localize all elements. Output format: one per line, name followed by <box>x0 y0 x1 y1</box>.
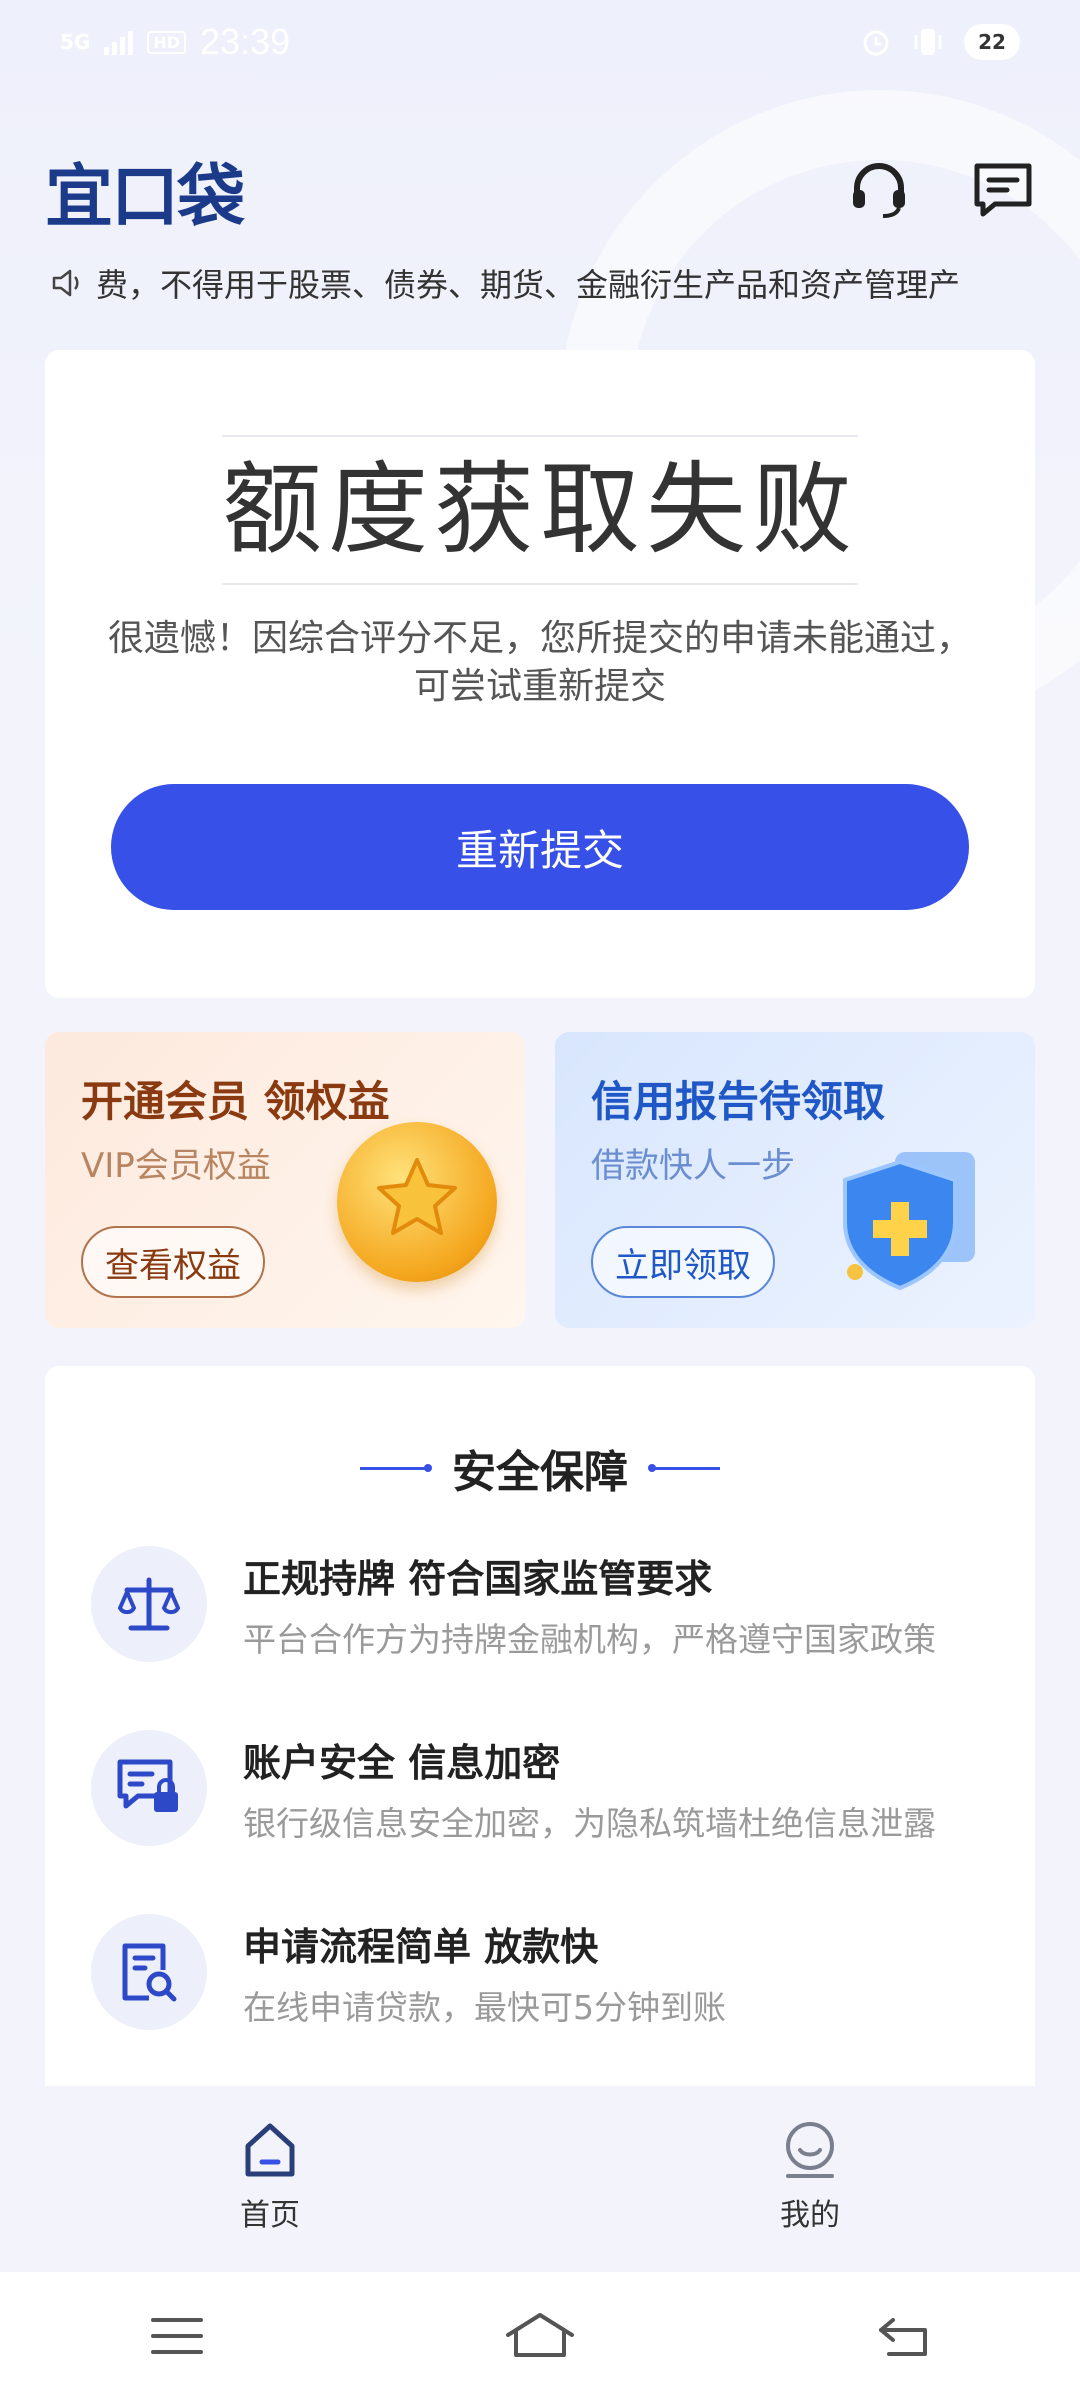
bottom-tab-bar: 首页 我的 <box>0 2086 1080 2272</box>
secure-card-icon <box>91 1730 207 1846</box>
tab-home[interactable]: 首页 <box>200 2120 340 2234</box>
tab-profile[interactable]: 我的 <box>740 2120 880 2234</box>
safety-item-title: 申请流程简单 放款快 <box>243 1924 599 1969</box>
system-navigation-bar <box>0 2272 1080 2400</box>
vibrate-icon <box>914 29 942 55</box>
safety-item: 正规持牌 符合国家监管要求 平台合作方为持牌金融机构，严格遵守国家政策 <box>91 1534 1005 1674</box>
vip-promo-title: 开通会员 领权益 <box>81 1077 390 1126</box>
headset-icon[interactable] <box>847 158 911 222</box>
alarm-icon <box>863 30 889 56</box>
speaker-icon <box>52 269 79 297</box>
resubmit-button[interactable]: 重新提交 <box>111 784 969 910</box>
credit-promo-title: 信用报告待领取 <box>591 1077 886 1126</box>
menu-icon[interactable] <box>149 2314 205 2358</box>
notice-bar[interactable]: 费，不得用于股票、债券、期货、金融衍生产品和资产管理产 <box>50 255 1025 311</box>
result-card: 额度获取失败 很遗憾！因综合评分不足，您所提交的申请未能通过，可尝试重新提交 重… <box>45 350 1035 998</box>
tab-profile-label: 我的 <box>780 2198 840 2233</box>
safety-item: 账户安全 信息加密 银行级信息安全加密，为隐私筑墙杜绝信息泄露 <box>91 1718 1005 1858</box>
home-nav-icon[interactable] <box>504 2311 576 2361</box>
vip-promo-subtitle: VIP会员权益 <box>81 1146 271 1186</box>
clock: 23:39 <box>200 21 291 62</box>
view-benefits-button[interactable]: 查看权益 <box>81 1226 265 1298</box>
safety-item-title: 账户安全 信息加密 <box>243 1740 561 1785</box>
gold-coin-icon <box>337 1122 497 1282</box>
heading-decoration-left <box>360 1463 432 1472</box>
safety-heading: 安全保障 <box>452 1447 628 1498</box>
safety-item-subtitle: 平台合作方为持牌金融机构，严格遵守国家政策 <box>243 1619 936 1659</box>
tab-home-label: 首页 <box>240 2198 300 2233</box>
message-icon[interactable] <box>971 158 1035 222</box>
back-icon[interactable] <box>875 2314 931 2358</box>
safety-section: 安全保障 正规持牌 符合国家监管要求 平台合作方为持牌金融机构，严格遵守国家政策… <box>45 1366 1035 2086</box>
profile-icon <box>786 2122 834 2178</box>
safety-item-subtitle: 在线申请贷款，最快可5分钟到账 <box>243 1987 726 2027</box>
result-title: 额度获取失败 <box>222 435 858 585</box>
vip-promo-card[interactable]: 开通会员 领权益 VIP会员权益 查看权益 <box>45 1032 525 1328</box>
signal-icon <box>104 29 134 55</box>
claim-now-button[interactable]: 立即领取 <box>591 1226 775 1298</box>
battery-indicator: 22 <box>964 24 1020 60</box>
notice-text: 费，不得用于股票、债券、期货、金融衍生产品和资产管理产 <box>96 266 961 304</box>
scale-icon <box>91 1546 207 1662</box>
heading-decoration-right <box>648 1463 720 1472</box>
credit-report-promo-card[interactable]: 信用报告待领取 借款快人一步 立即领取 <box>555 1032 1035 1328</box>
home-icon <box>245 2123 295 2177</box>
hd-badge: HD <box>147 30 187 54</box>
shield-icon <box>843 1152 975 1291</box>
app-logo: 宜口袋 <box>45 157 245 237</box>
safety-item-subtitle: 银行级信息安全加密，为隐私筑墙杜绝信息泄露 <box>243 1803 936 1843</box>
safety-item-title: 正规持牌 符合国家监管要求 <box>243 1556 713 1601</box>
credit-promo-subtitle: 借款快人一步 <box>591 1146 795 1186</box>
app-header: 宜口袋 <box>45 140 1035 240</box>
safety-item: 申请流程简单 放款快 在线申请贷款，最快可5分钟到账 <box>91 1902 1005 2042</box>
network-label: 5G <box>60 30 91 54</box>
result-description: 很遗憾！因综合评分不足，您所提交的申请未能通过，可尝试重新提交 <box>107 618 972 707</box>
document-search-icon <box>91 1914 207 2030</box>
status-bar: 5G HD 23:39 22 <box>0 0 1080 84</box>
